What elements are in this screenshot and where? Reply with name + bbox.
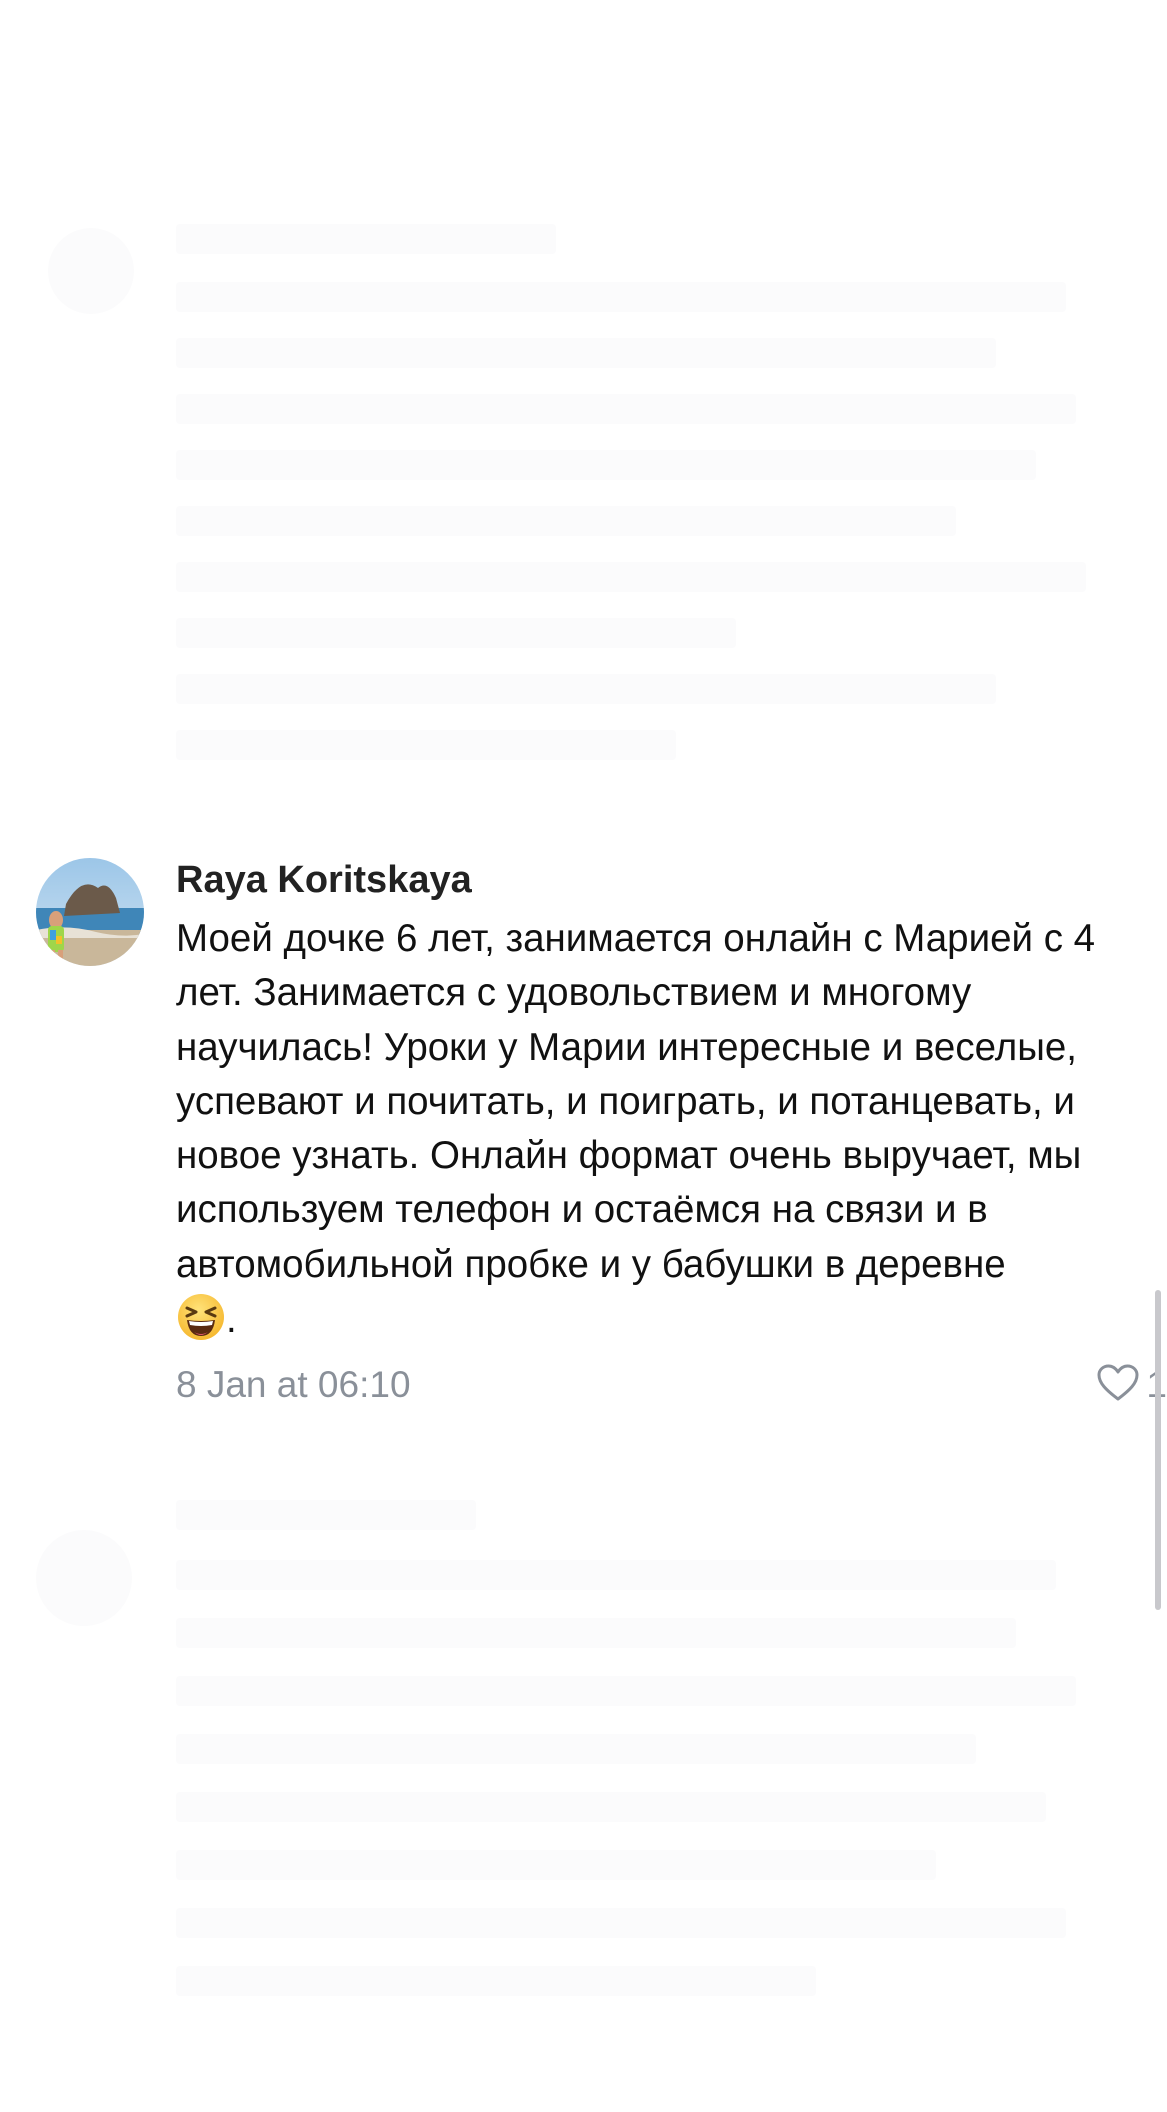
faded-text-line — [176, 394, 1076, 424]
faded-text-line — [176, 1676, 1076, 1706]
avatar-photo — [36, 858, 144, 966]
faded-text-line — [176, 1792, 1046, 1822]
faded-text-line — [176, 562, 1086, 592]
faded-text-line — [176, 1618, 1016, 1648]
comment-timestamp[interactable]: 8 Jan at 06:10 — [176, 1361, 411, 1409]
faded-text-line — [176, 224, 556, 254]
comment-meta: 8 Jan at 06:10 1 — [176, 1361, 1167, 1409]
faded-text-line — [176, 1560, 1056, 1590]
faded-avatar — [36, 1530, 132, 1626]
comment-body: Raya Koritskaya Моей дочке 6 лет, занима… — [176, 858, 1167, 1409]
faded-text-line — [176, 618, 736, 648]
faded-text-line — [176, 1966, 816, 1996]
comment-text-main: Моей дочке 6 лет, занимается онлайн с Ма… — [176, 917, 1096, 1286]
comment-author[interactable]: Raya Koritskaya — [176, 858, 1166, 902]
scrollbar[interactable] — [1155, 1290, 1161, 1610]
comment-text-end: . — [226, 1298, 237, 1342]
comment-text: Моей дочке 6 лет, занимается онлайн с Ма… — [176, 912, 1166, 1347]
faded-text-line — [176, 1500, 476, 1530]
grinning-squinting-face-icon — [176, 1292, 226, 1342]
faded-text-line — [176, 338, 996, 368]
faded-text-line — [176, 506, 956, 536]
faded-avatar — [48, 228, 134, 314]
heart-icon — [1096, 1363, 1140, 1408]
faded-text-line — [176, 1850, 936, 1880]
faded-text-line — [176, 730, 676, 760]
faded-text-line — [176, 1908, 1066, 1938]
avatar[interactable] — [36, 858, 144, 966]
faded-text-line — [176, 282, 1066, 312]
faded-text-line — [176, 450, 1036, 480]
faded-text-line — [176, 674, 996, 704]
faded-text-line — [176, 1734, 976, 1764]
